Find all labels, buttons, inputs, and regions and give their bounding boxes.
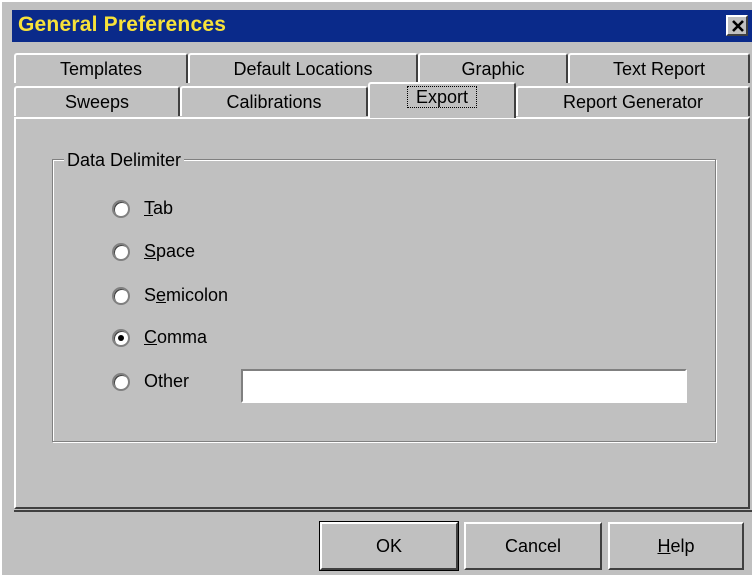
tab-report-generator[interactable]: Report Generator	[516, 86, 750, 116]
tab-export[interactable]: Export	[368, 82, 516, 118]
close-icon	[732, 20, 744, 32]
tab-default-locations[interactable]: Default Locations	[188, 53, 418, 83]
cancel-button[interactable]: Cancel	[464, 522, 602, 570]
radio-label: Space	[144, 241, 196, 261]
tab-label: Report Generator	[562, 92, 704, 112]
button-label: Cancel	[504, 536, 562, 556]
radio-button[interactable]	[112, 243, 130, 261]
window-title: General Preferences	[18, 13, 227, 36]
tab-label: Templates	[59, 59, 143, 79]
tab-graphic[interactable]: Graphic	[418, 53, 568, 83]
tab-label: Graphic	[461, 59, 525, 79]
radio-button-selected[interactable]	[112, 329, 130, 347]
ok-button[interactable]: OK	[319, 521, 459, 571]
tab-label: Calibrations	[226, 92, 322, 112]
group-title: Data Delimiter	[64, 150, 185, 171]
tab-label: Default Locations	[233, 59, 373, 79]
radio-button[interactable]	[112, 373, 130, 391]
separator	[14, 510, 752, 512]
tab-text-report[interactable]: Text Report	[568, 53, 750, 83]
tab-label: Sweeps	[64, 92, 130, 112]
preferences-dialog: General Preferences Templates Default Lo…	[0, 0, 752, 575]
radio-button[interactable]	[112, 287, 130, 305]
tab-calibrations[interactable]: Calibrations	[180, 86, 368, 116]
tab-label: Text Report	[612, 59, 706, 79]
radio-label: Tab	[144, 198, 174, 218]
close-button[interactable]	[726, 15, 748, 36]
tab-label: Export	[406, 86, 478, 108]
radio-selected-dot	[118, 335, 124, 341]
tab-sweeps[interactable]: Sweeps	[14, 86, 180, 116]
radio-label: Other	[144, 371, 190, 391]
other-delimiter-input[interactable]	[241, 369, 687, 403]
radio-label: Semicolon	[144, 285, 229, 305]
title-bar[interactable]: General Preferences	[12, 10, 752, 42]
radio-button[interactable]	[112, 200, 130, 218]
tab-templates[interactable]: Templates	[14, 53, 188, 83]
help-button[interactable]: Help	[608, 522, 744, 570]
radio-label: Comma	[144, 327, 208, 347]
